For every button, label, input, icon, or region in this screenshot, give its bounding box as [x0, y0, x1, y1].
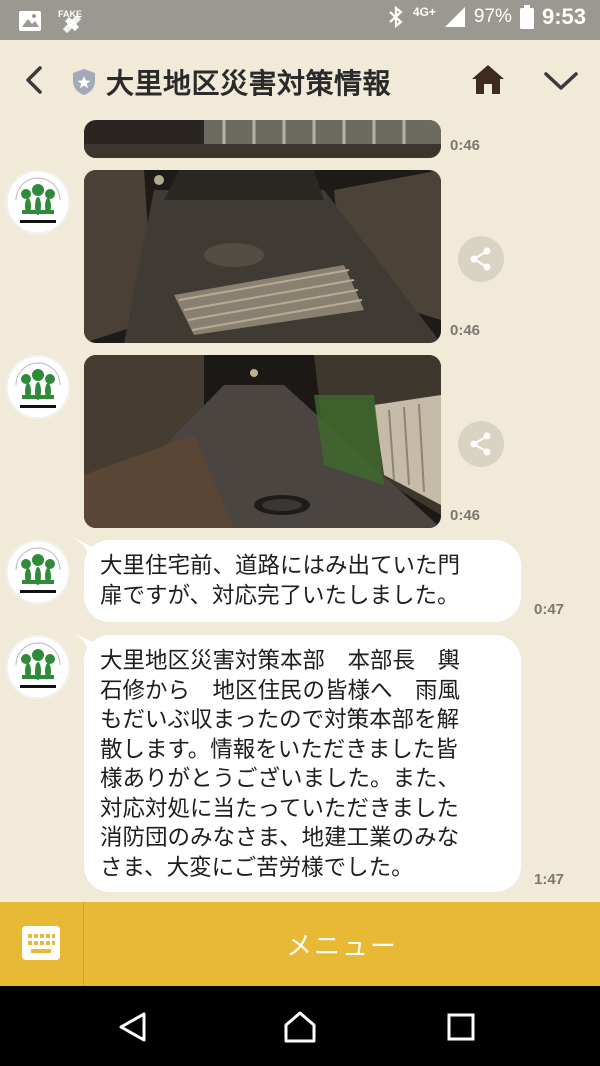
navigation-bar — [0, 986, 600, 1066]
share-icon — [470, 247, 491, 271]
message-line: 扉ですが、対応完了いたしました。 — [100, 582, 460, 609]
message-line: 大里住宅前、道路にはみ出ていた門 — [100, 553, 461, 579]
message-bubble[interactable]: 大里住宅前、道路にはみ出ていた門 扉ですが、対応完了いたしました。 — [84, 540, 521, 622]
chat-photo[interactable] — [84, 170, 441, 343]
keyboard-toggle-button[interactable] — [0, 902, 84, 986]
avatar[interactable] — [6, 540, 70, 604]
message-time: 0:46 — [450, 137, 481, 154]
back-triangle-icon[interactable] — [116, 1010, 150, 1044]
home-icon[interactable] — [470, 62, 506, 98]
share-icon — [470, 432, 491, 456]
battery-percent: 97% — [473, 6, 512, 27]
keyboard-icon — [22, 926, 60, 960]
message-line: 様ありがとうございました。また、 — [100, 766, 461, 792]
home-nav-icon[interactable] — [283, 1010, 317, 1044]
message-line: 消防団のみなさま、地建工業のみな — [100, 825, 460, 851]
message-bubble[interactable]: 大里地区災害対策本部 本部長 輿 石修から 地区住民の皆様へ 雨風 もだいぶ収ま… — [84, 635, 521, 892]
message-time: 0:47 — [534, 601, 565, 618]
avatar[interactable] — [6, 170, 70, 234]
message-line: 散します。情報をいただきました皆 — [100, 736, 458, 763]
menu-button[interactable]: メニュー — [84, 902, 600, 986]
share-button[interactable] — [458, 421, 504, 467]
avatar[interactable] — [6, 355, 70, 419]
network-type: 4G+ — [412, 5, 436, 19]
chat-photo[interactable] — [84, 355, 441, 528]
message-time: 1:47 — [534, 871, 565, 888]
message-line: 石修から 地区住民の皆様へ 雨風 — [100, 677, 461, 704]
chevron-down-icon[interactable] — [542, 64, 580, 96]
message-line: 大里地区災害対策本部 本部長 輿 — [100, 648, 461, 674]
message-line: もだいぶ収まったので対策本部を解 — [100, 707, 460, 733]
chat-header: 大里地区災害対策情報 — [0, 40, 600, 120]
chat-photo[interactable] — [84, 120, 441, 158]
signal-icon — [444, 7, 465, 27]
chat-area[interactable]: 0:46 0:46 0:46 大里住宅前、道路にはみ出ていた門 扉ですが、対応完… — [0, 120, 600, 902]
message-time: 0:46 — [450, 322, 481, 339]
status-bar: FAKE 4G+ 97% 9:53 — [0, 0, 600, 40]
clock: 9:53 — [541, 4, 586, 29]
back-arrow-icon[interactable] — [16, 60, 52, 100]
message-line: さま、大変にご苦労様でした。 — [100, 854, 414, 881]
message-line: 対応対処に当たっていただきました — [100, 795, 459, 822]
image-icon — [19, 11, 41, 31]
official-shield-icon — [73, 69, 95, 95]
battery-icon — [519, 5, 534, 29]
avatar[interactable] — [6, 635, 70, 699]
menu-bar: メニュー — [0, 902, 600, 986]
chat-title-group: 大里地区災害対策情報 — [72, 62, 391, 102]
recents-square-icon[interactable] — [444, 1010, 478, 1044]
fake-gps-icon: FAKE — [58, 9, 82, 34]
message-time: 0:46 — [450, 507, 481, 524]
bluetooth-icon — [389, 5, 403, 29]
share-button[interactable] — [458, 236, 504, 282]
chat-title: 大里地区災害対策情報 — [106, 67, 392, 100]
